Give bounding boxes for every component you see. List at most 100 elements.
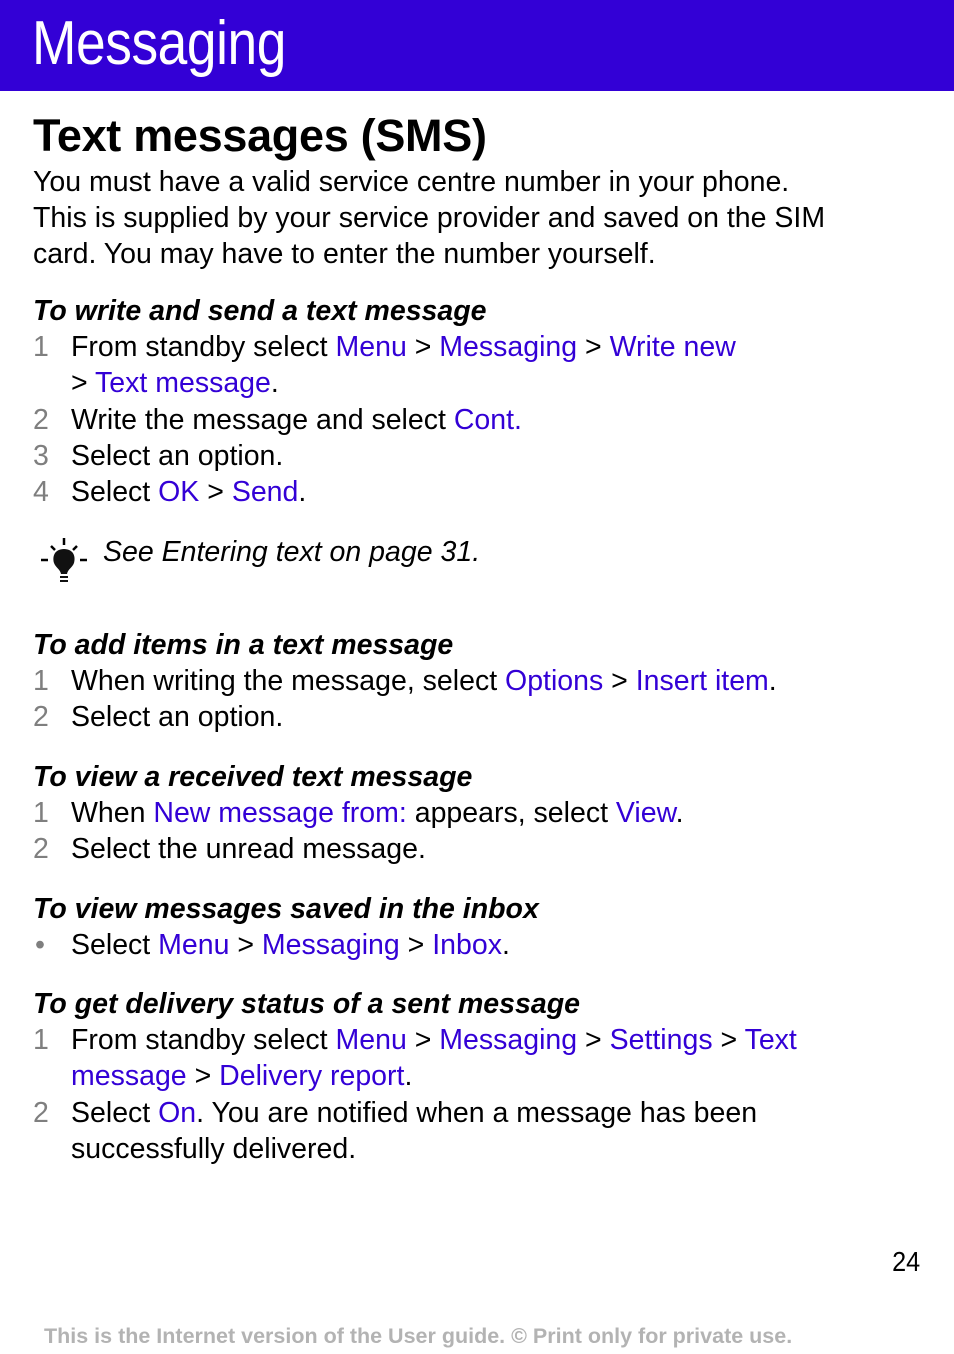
ui-term-write-new: Write new (609, 331, 736, 363)
ui-term-message: message (71, 1060, 187, 1093)
step-text: Select an option. (71, 701, 284, 734)
step-number: 1 (33, 797, 49, 829)
bullet-item: • Select Menu > Messaging > Inbox. (33, 927, 923, 963)
ui-term-settings: Settings (609, 1024, 713, 1056)
separator: > (577, 1024, 610, 1056)
step-text: . You are notified when a message has be… (196, 1096, 758, 1129)
view-received-section: To view a received text message 1 When N… (33, 759, 923, 868)
subheading: To get delivery status of a sent message (33, 988, 580, 1020)
ui-term-send: Send (231, 476, 299, 509)
ui-term-text: Text (744, 1024, 797, 1056)
step-text: successfully delivered. (71, 1132, 357, 1165)
intro-line: You must have a valid service centre num… (33, 166, 790, 198)
step: 1 When writing the message, select Optio… (33, 663, 923, 699)
ui-term-view: View (615, 797, 676, 829)
punctuation: . (298, 476, 307, 509)
section-title: Text messages (SMS) (33, 110, 487, 161)
separator: > (603, 665, 636, 697)
chapter-banner: Messaging (0, 0, 954, 91)
ui-term-messaging: Messaging (439, 1024, 578, 1056)
lightbulb-icon (41, 538, 87, 582)
step: 3 Select an option. (33, 438, 923, 474)
step-text: When (71, 797, 154, 829)
step-number: 2 (33, 833, 49, 866)
delivery-status-section: To get delivery status of a sent message… (33, 986, 923, 1167)
intro-line: This is supplied by your service provide… (33, 202, 826, 234)
steps-list: 1 When New message from: appears, select… (33, 795, 923, 868)
bullet-icon: • (35, 929, 45, 961)
step-number: 4 (33, 476, 49, 509)
ui-term-options: Options (505, 665, 604, 697)
step: 1 When New message from: appears, select… (33, 795, 923, 831)
ui-term-delivery-report: Delivery report (219, 1060, 405, 1093)
ui-term-menu: Menu (335, 331, 407, 363)
step: 1 From standby select Menu > Messaging >… (33, 1022, 923, 1095)
separator: > (229, 929, 262, 961)
ui-term-ok: OK (158, 476, 200, 509)
intro-paragraph: You must have a valid service centre num… (33, 164, 923, 272)
step: 1 From standby select Menu > Messaging >… (33, 329, 923, 402)
step-text: Write the message and select (71, 403, 454, 436)
add-items-section: To add items in a text message 1 When wr… (33, 627, 923, 736)
ui-term-text-message: Text message (95, 367, 271, 400)
separator: > (71, 367, 96, 400)
separator: > (399, 929, 433, 961)
step: 2 Select On. You are notified when a mes… (33, 1095, 923, 1168)
punctuation: . (404, 1060, 413, 1093)
subheading: To view a received text message (33, 761, 473, 793)
ui-term-menu: Menu (158, 929, 230, 961)
page-number: 24 (891, 1246, 920, 1277)
step-number: 1 (33, 665, 49, 697)
punctuation: . (768, 665, 777, 697)
step-text: Select (71, 1096, 159, 1129)
step-number: 2 (33, 701, 49, 734)
ui-term-insert-item: Insert item (635, 665, 769, 697)
step-number: 2 (33, 1096, 49, 1129)
step-number: 3 (33, 439, 49, 472)
step-text: Select (71, 929, 159, 961)
write-send-section: To write and send a text message 1 From … (33, 293, 923, 510)
step: 2 Select an option. (33, 699, 923, 735)
step-text: From standby select (71, 331, 336, 363)
ui-term-cont: Cont. (453, 403, 522, 436)
step-number: 1 (33, 1024, 49, 1056)
steps-list: 1 From standby select Menu > Messaging >… (33, 1022, 923, 1167)
step: 2 Select the unread message. (33, 831, 923, 867)
bullet-list: • Select Menu > Messaging > Inbox. (33, 927, 923, 963)
intro-block: Text messages (SMS) You must have a vali… (33, 108, 923, 272)
step: 4 Select OK > Send. (33, 474, 923, 510)
step-text: appears, select (406, 797, 616, 829)
ui-term-new-message-from: New message from: (153, 797, 407, 829)
separator: > (577, 331, 610, 363)
punctuation: . (501, 929, 510, 961)
ui-term-inbox: Inbox (432, 929, 502, 961)
ui-term-on: On (158, 1096, 197, 1129)
step-number: 2 (33, 403, 49, 436)
tip-text: See Entering text on page 31. (103, 536, 481, 568)
steps-list: 1 From standby select Menu > Messaging >… (33, 329, 923, 510)
view-inbox-section: To view messages saved in the inbox • Se… (33, 891, 923, 963)
ui-term-menu: Menu (335, 1024, 407, 1056)
footer-notice: This is the Internet version of the User… (44, 1324, 793, 1348)
intro-line: card. You may have to enter the number y… (33, 238, 656, 270)
step-text: Select an option. (71, 439, 284, 472)
separator: > (186, 1060, 220, 1093)
step-text: From standby select (71, 1024, 336, 1056)
subheading: To add items in a text message (33, 629, 454, 661)
ui-term-messaging: Messaging (439, 331, 578, 363)
punctuation: . (675, 797, 684, 829)
chapter-title: Messaging (32, 9, 286, 78)
ui-term-messaging: Messaging (261, 929, 400, 961)
subheading: To view messages saved in the inbox (33, 893, 539, 925)
separator: > (406, 331, 440, 363)
punctuation: . (270, 367, 279, 400)
subheading: To write and send a text message (33, 295, 487, 327)
step-text: Select the unread message. (71, 833, 426, 866)
step: 2 Write the message and select Cont. (33, 402, 923, 438)
separator: > (199, 476, 232, 509)
separator: > (406, 1024, 440, 1056)
step-text: When writing the message, select (71, 665, 506, 697)
separator: > (712, 1024, 745, 1056)
step-text: Select (71, 476, 159, 509)
steps-list: 1 When writing the message, select Optio… (33, 663, 923, 736)
